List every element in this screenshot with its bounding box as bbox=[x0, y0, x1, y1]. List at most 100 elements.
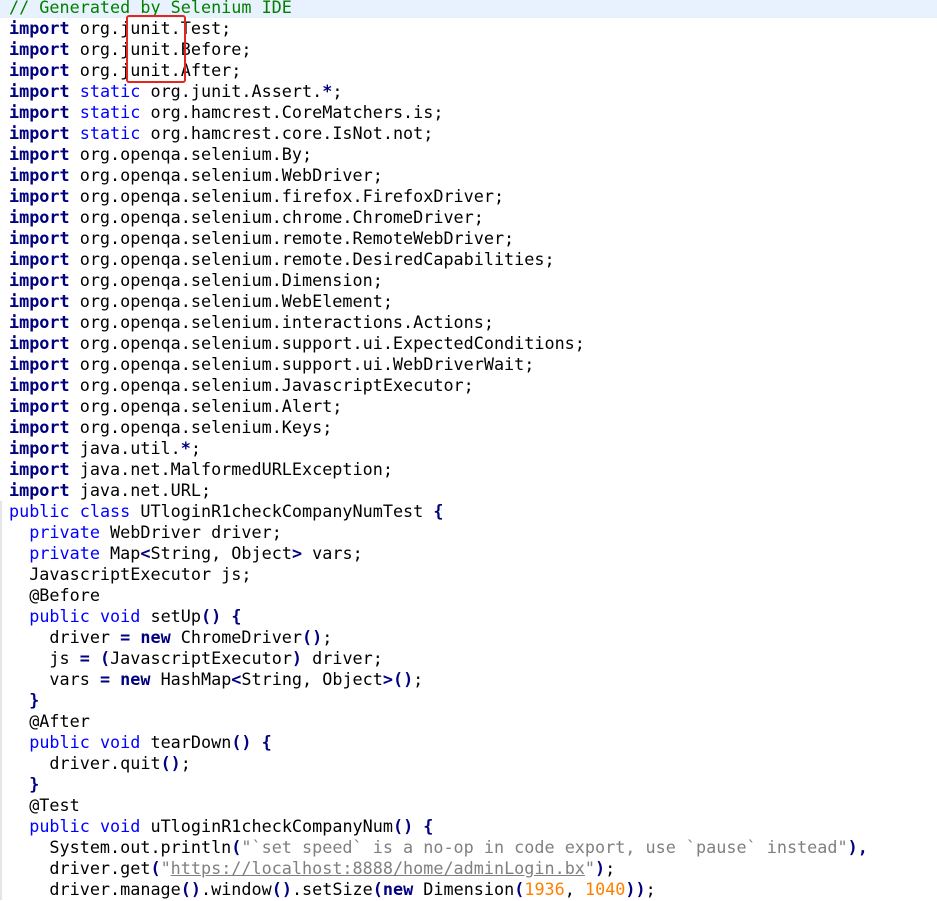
keyword: import bbox=[9, 480, 70, 500]
code-line[interactable]: import org.openqa.selenium.support.ui.We… bbox=[0, 354, 937, 375]
code-line[interactable]: @Before bbox=[0, 585, 937, 606]
code-line[interactable]: import java.util.*; bbox=[0, 438, 937, 459]
fold-gutter-marker bbox=[0, 690, 2, 711]
code-line[interactable]: public void tearDown() { bbox=[0, 732, 937, 753]
code-line[interactable]: import org.openqa.selenium.support.ui.Ex… bbox=[0, 333, 937, 354]
modifier: void bbox=[99, 732, 141, 752]
code-line[interactable]: import org.openqa.selenium.Keys; bbox=[0, 417, 937, 438]
code-line[interactable]: driver.get("https://localhost:8888/home/… bbox=[0, 858, 937, 879]
operator: > bbox=[291, 543, 303, 563]
code-content: import org.junit.Test; bbox=[9, 18, 231, 39]
keyword: import bbox=[9, 270, 70, 290]
fold-gutter-marker bbox=[0, 858, 2, 879]
keyword: import bbox=[9, 312, 70, 332]
modifier: public bbox=[29, 606, 90, 626]
code-line[interactable]: import org.junit.Before; bbox=[0, 39, 937, 60]
code-content: public void uTloginR1checkCompanyNum() { bbox=[9, 816, 433, 837]
comment: // Generated by Selenium IDE bbox=[9, 0, 292, 17]
code-line[interactable]: public class UTloginR1checkCompanyNumTes… bbox=[0, 501, 937, 522]
code-content: import org.openqa.selenium.remote.Desire… bbox=[9, 249, 555, 270]
code-content: driver = new ChromeDriver(); bbox=[9, 627, 332, 648]
fold-gutter-marker bbox=[0, 732, 2, 753]
code-line[interactable]: import java.net.URL; bbox=[0, 480, 937, 501]
code-line[interactable]: import org.openqa.selenium.WebDriver; bbox=[0, 165, 937, 186]
code-line[interactable]: @Test bbox=[0, 795, 937, 816]
code-content: import org.openqa.selenium.support.ui.We… bbox=[9, 354, 534, 375]
code-line[interactable]: } bbox=[0, 774, 937, 795]
code-text: org.junit.Assert. bbox=[140, 81, 323, 101]
code-line[interactable]: import org.openqa.selenium.remote.Desire… bbox=[0, 249, 937, 270]
code-text: JavascriptExecutor bbox=[110, 648, 292, 668]
code-text: tearDown bbox=[140, 732, 232, 752]
operator: )) bbox=[625, 879, 646, 899]
code-content: private Map<String, Object> vars; bbox=[9, 543, 362, 564]
code-line[interactable]: driver = new ChromeDriver(); bbox=[0, 627, 937, 648]
fold-gutter-marker bbox=[0, 879, 2, 900]
code-line[interactable]: import org.junit.Test; bbox=[0, 18, 937, 39]
code-content: @Before bbox=[9, 585, 100, 606]
operator: < bbox=[231, 669, 242, 689]
url-link[interactable]: https://localhost:8888/home/adminLogin.b… bbox=[171, 858, 585, 878]
fold-gutter-marker bbox=[0, 837, 2, 858]
code-line[interactable]: import org.openqa.selenium.interactions.… bbox=[0, 312, 937, 333]
code-line[interactable]: import org.openqa.selenium.firefox.Firef… bbox=[0, 186, 937, 207]
code-line[interactable]: import org.openqa.selenium.Alert; bbox=[0, 396, 937, 417]
modifier: class bbox=[79, 501, 131, 521]
code-line[interactable]: driver.manage().window().setSize(new Dim… bbox=[0, 879, 937, 900]
code-content: driver.get("https://localhost:8888/home/… bbox=[9, 858, 615, 879]
code-line[interactable]: private Map<String, Object> vars; bbox=[0, 543, 937, 564]
modifier: static bbox=[79, 81, 141, 101]
code-text: .window bbox=[200, 879, 272, 899]
code-line[interactable]: // Generated by Selenium IDE bbox=[0, 0, 937, 18]
operator: ( bbox=[150, 858, 161, 878]
code-line[interactable]: import org.openqa.selenium.WebElement; bbox=[0, 291, 937, 312]
keyword: import bbox=[9, 396, 70, 416]
keyword: import bbox=[9, 207, 70, 227]
keyword: import bbox=[9, 249, 70, 269]
code-line[interactable]: import static org.junit.Assert.*; bbox=[0, 81, 937, 102]
fold-gutter-marker bbox=[0, 627, 2, 648]
code-line[interactable]: import org.openqa.selenium.remote.Remote… bbox=[0, 228, 937, 249]
code-text: @Before bbox=[9, 585, 100, 605]
code-content: vars = new HashMap<String, Object>(); bbox=[9, 669, 423, 690]
code-line[interactable]: } bbox=[0, 690, 937, 711]
fold-gutter-marker bbox=[0, 522, 2, 543]
code-line[interactable]: import org.openqa.selenium.By; bbox=[0, 144, 937, 165]
code-text: org.hamcrest.core.IsNot.not; bbox=[140, 123, 434, 143]
operator: ( bbox=[99, 648, 111, 668]
code-line[interactable]: public void uTloginR1checkCompanyNum() { bbox=[0, 816, 937, 837]
keyword: new bbox=[120, 669, 151, 689]
code-line[interactable]: import org.junit.After; bbox=[0, 60, 937, 81]
code-line[interactable]: import org.openqa.selenium.Dimension; bbox=[0, 270, 937, 291]
operator: { bbox=[231, 606, 242, 626]
string-literal: " bbox=[584, 858, 596, 878]
code-line[interactable]: public void setUp() { bbox=[0, 606, 937, 627]
operator: { bbox=[433, 501, 444, 521]
code-line[interactable]: JavascriptExecutor js; bbox=[0, 564, 937, 585]
code-line[interactable]: import java.net.MalformedURLException; bbox=[0, 459, 937, 480]
code-line[interactable]: driver.quit(); bbox=[0, 753, 937, 774]
code-line[interactable]: js = (JavascriptExecutor) driver; bbox=[0, 648, 937, 669]
code-line[interactable]: import org.openqa.selenium.JavascriptExe… bbox=[0, 375, 937, 396]
modifier: static bbox=[79, 123, 141, 143]
code-line[interactable]: import static org.hamcrest.CoreMatchers.… bbox=[0, 102, 937, 123]
code-content: public void tearDown() { bbox=[9, 732, 272, 753]
code-line[interactable]: System.out.println("`set speed` is a no-… bbox=[0, 837, 937, 858]
code-line[interactable]: import org.openqa.selenium.chrome.Chrome… bbox=[0, 207, 937, 228]
code-line[interactable]: @After bbox=[0, 711, 937, 732]
code-editor[interactable]: // Generated by Selenium IDE import org.j… bbox=[0, 0, 937, 901]
code-text: JavascriptExecutor js; bbox=[9, 564, 252, 584]
code-text: Map bbox=[99, 543, 141, 563]
code-line[interactable]: import static org.hamcrest.core.IsNot.no… bbox=[0, 123, 937, 144]
operator: } bbox=[29, 774, 40, 794]
code-line[interactable]: private WebDriver driver; bbox=[0, 522, 937, 543]
fold-gutter-marker bbox=[0, 774, 2, 795]
code-content: import org.junit.After; bbox=[9, 60, 241, 81]
code-line[interactable]: vars = new HashMap<String, Object>(); bbox=[0, 669, 937, 690]
